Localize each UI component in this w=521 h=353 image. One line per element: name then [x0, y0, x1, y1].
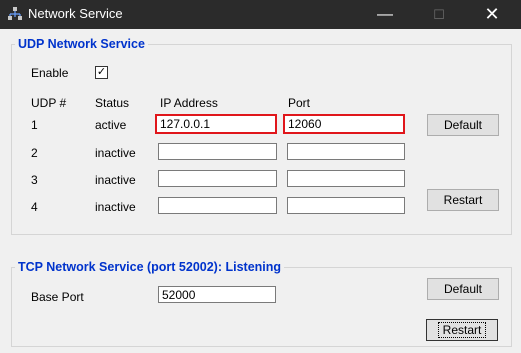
minimize-button[interactable]: —: [362, 0, 408, 29]
tcp-legend: TCP Network Service (port 52002): Listen…: [18, 260, 282, 274]
row-4-status: inactive: [95, 200, 136, 214]
row-1-status: active: [95, 118, 127, 132]
row-4-ip-field[interactable]: [158, 197, 277, 214]
enable-label: Enable: [31, 66, 69, 80]
row-1-port-field[interactable]: [283, 114, 405, 134]
row-2-port-field[interactable]: [287, 143, 405, 160]
row-3-number: 3: [31, 173, 38, 187]
header-port: Port: [288, 96, 311, 110]
row-3-port-field[interactable]: [287, 170, 405, 187]
udp-default-button[interactable]: Default: [427, 114, 499, 136]
row-4-port-field[interactable]: [287, 197, 405, 214]
row-3-ip-field[interactable]: [158, 170, 277, 187]
row-2-ip-field[interactable]: [158, 143, 277, 160]
row-1-number: 1: [31, 118, 38, 132]
base-port-field[interactable]: [158, 286, 276, 303]
title-bar: Network Service — ☐ ✕: [0, 0, 521, 29]
udp-legend: UDP Network Service: [18, 37, 145, 51]
header-udp: UDP #: [31, 96, 67, 110]
maximize-button[interactable]: ☐: [416, 0, 462, 29]
tcp-default-button[interactable]: Default: [427, 278, 499, 300]
window-title: Network Service: [28, 6, 123, 21]
enable-checkbox[interactable]: ✓: [95, 66, 108, 79]
network-icon: [8, 7, 22, 20]
tcp-restart-button[interactable]: Restart: [426, 319, 498, 341]
udp-restart-button[interactable]: Restart: [427, 189, 499, 211]
row-3-status: inactive: [95, 173, 136, 187]
row-1-ip-field[interactable]: [155, 114, 277, 134]
close-button[interactable]: ✕: [469, 0, 515, 29]
header-ip: IP Address: [160, 96, 218, 110]
row-4-number: 4: [31, 200, 38, 214]
row-2-status: inactive: [95, 146, 136, 160]
base-port-label: Base Port: [31, 290, 84, 304]
tcp-restart-label: Restart: [437, 322, 487, 338]
header-status: Status: [95, 96, 130, 110]
row-2-number: 2: [31, 146, 38, 160]
